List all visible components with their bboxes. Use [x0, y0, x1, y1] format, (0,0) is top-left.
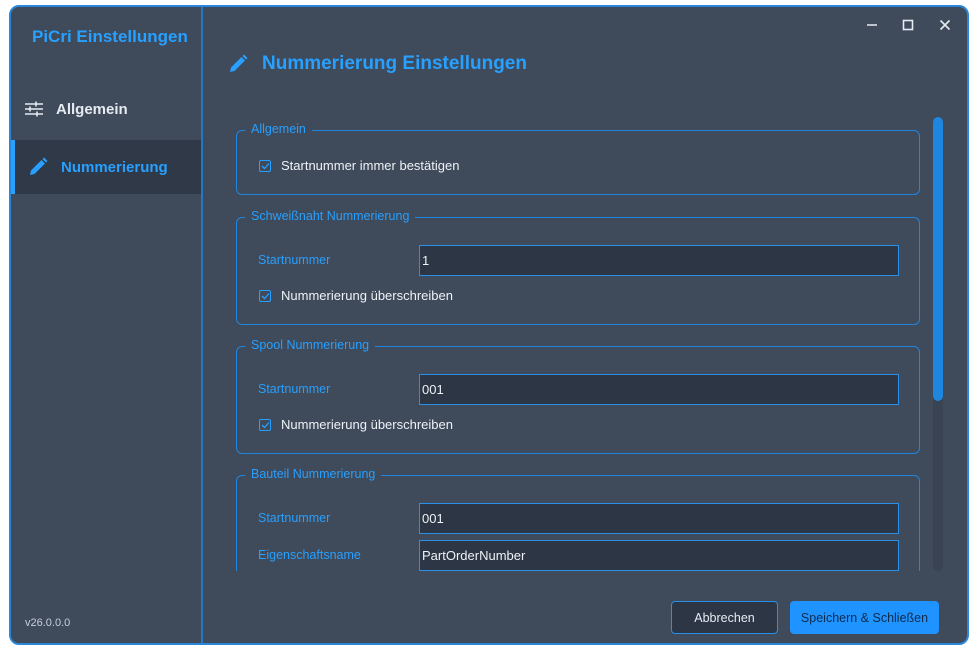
- page-header: Nummerierung Einstellungen: [228, 53, 527, 75]
- pencil-icon: [230, 54, 248, 72]
- sidebar-item-label: Allgemein: [56, 100, 128, 118]
- sidebar-item-label: Nummerierung: [61, 158, 168, 176]
- maximize-icon: [902, 19, 914, 31]
- sliders-icon: [25, 101, 43, 117]
- minimize-icon: [867, 24, 877, 26]
- check-icon: [261, 162, 269, 169]
- group-title: Spool Nummerierung: [245, 338, 376, 352]
- weld-overwrite-checkbox[interactable]: Nummerierung überschreiben: [259, 288, 453, 303]
- page-title: Nummerierung Einstellungen: [262, 53, 527, 74]
- check-icon: [261, 292, 269, 299]
- settings-content[interactable]: Allgemein Startnummer immer bestätigen S…: [231, 117, 925, 571]
- vertical-scrollbar[interactable]: [933, 117, 943, 571]
- pencil-icon: [30, 157, 48, 175]
- app-title: PiCri Einstellungen: [32, 27, 188, 46]
- sidebar-item-nummerierung[interactable]: Nummerierung: [11, 140, 201, 194]
- scrollbar-thumb[interactable]: [933, 117, 943, 401]
- maximize-button[interactable]: [894, 15, 922, 35]
- weld-start-input[interactable]: [419, 245, 899, 276]
- spool-overwrite-checkbox[interactable]: Nummerierung überschreiben: [259, 417, 453, 432]
- part-property-input[interactable]: [419, 540, 899, 571]
- group-allgemein: Allgemein Startnummer immer bestätigen: [236, 122, 920, 195]
- group-schweissnaht: Schweißnaht Nummerierung Startnummer Num…: [236, 209, 920, 325]
- group-title: Bauteil Nummerierung: [245, 467, 382, 481]
- cancel-button[interactable]: Abbrechen: [671, 601, 778, 634]
- group-spool: Spool Nummerierung Startnummer Nummerier…: [236, 338, 920, 454]
- part-start-label: Startnummer: [258, 511, 331, 525]
- close-icon: [939, 19, 951, 31]
- sidebar-item-allgemein[interactable]: Allgemein: [11, 82, 201, 136]
- check-icon: [261, 421, 269, 428]
- checkbox-box: [259, 418, 271, 431]
- spool-start-input[interactable]: [419, 374, 899, 405]
- confirm-start-checkbox[interactable]: Startnummer immer bestätigen: [259, 158, 459, 173]
- checkbox-label: Nummerierung überschreiben: [281, 417, 453, 432]
- close-button[interactable]: [931, 15, 959, 35]
- sidebar: PiCri Einstellungen Allgemein Nummerieru…: [11, 7, 203, 643]
- version-label: v26.0.0.0: [25, 617, 71, 629]
- save-and-close-button[interactable]: Speichern & Schließen: [790, 601, 939, 634]
- spool-start-label: Startnummer: [258, 382, 331, 396]
- selected-indicator: [11, 140, 15, 194]
- group-bauteil: Bauteil Nummerierung Startnummer Eigensc…: [236, 467, 920, 571]
- part-start-input[interactable]: [419, 503, 899, 534]
- minimize-button[interactable]: [858, 15, 886, 35]
- group-title: Allgemein: [245, 122, 312, 136]
- weld-start-label: Startnummer: [258, 253, 331, 267]
- checkbox-box: [259, 159, 271, 172]
- checkbox-box: [259, 289, 271, 302]
- part-property-label: Eigenschaftsname: [258, 548, 361, 562]
- checkbox-label: Nummerierung überschreiben: [281, 288, 453, 303]
- settings-window: PiCri Einstellungen Allgemein Nummerieru…: [9, 5, 969, 645]
- checkbox-label: Startnummer immer bestätigen: [281, 158, 460, 173]
- group-title: Schweißnaht Nummerierung: [245, 209, 416, 223]
